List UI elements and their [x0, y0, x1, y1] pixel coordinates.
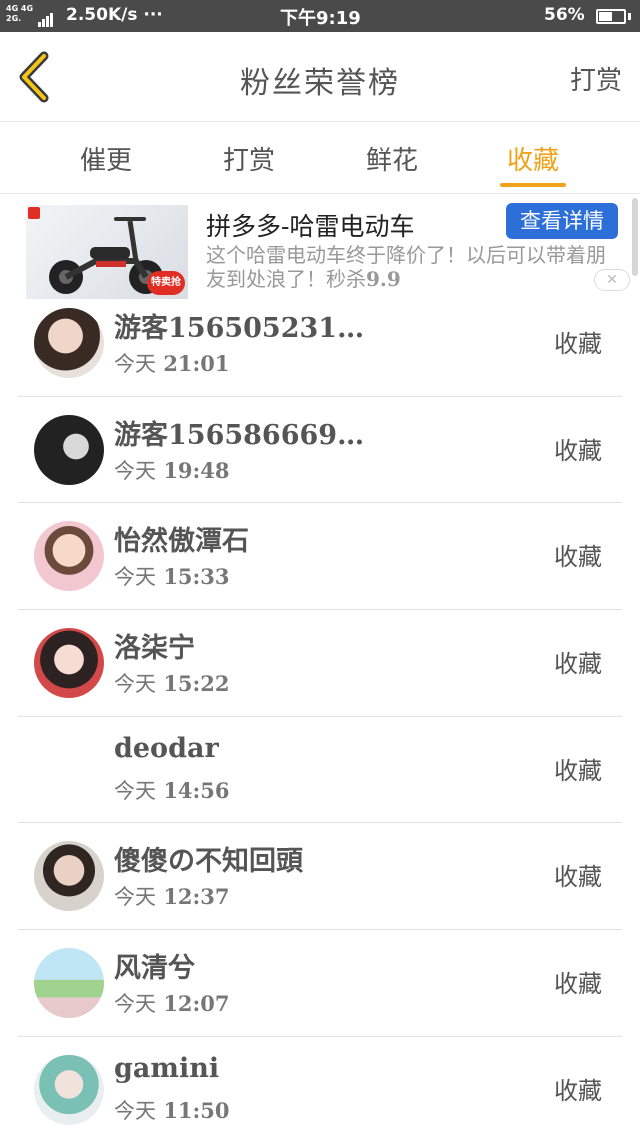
avatar[interactable] — [34, 841, 104, 912]
ad-price: 9.9 — [366, 267, 401, 291]
user-name[interactable]: deodar — [114, 733, 219, 764]
action-label: 收藏 — [554, 330, 602, 358]
timestamp: 今天 12:07 — [114, 988, 230, 1018]
avatar[interactable] — [34, 628, 104, 699]
clock: 下午9:19 — [280, 8, 361, 29]
timestamp: 今天 11:50 — [114, 1095, 230, 1125]
timestamp-day: 今天 — [114, 1098, 156, 1123]
timestamp-time: 11:50 — [163, 1097, 230, 1123]
timestamp-time: 15:33 — [163, 564, 230, 590]
status-bar: 4G 4G 2G. 2.50K/s ··· 下午9:19 56% — [0, 0, 640, 32]
avatar[interactable] — [34, 414, 104, 485]
timestamp-time: 15:22 — [163, 671, 230, 697]
timestamp: 今天 15:22 — [114, 668, 230, 698]
battery-tip — [628, 13, 631, 20]
close-icon: ✕ — [606, 272, 618, 288]
list-item[interactable]: deodar 今天 14:56 收藏 — [18, 717, 622, 824]
ad-banner[interactable]: 特卖抢 拼多多-哈雷电动车 查看详情 这个哈雷电动车终于降价了！以后可以带着朋友… — [0, 195, 640, 303]
action-label: 收藏 — [554, 650, 602, 679]
timestamp-day: 今天 — [114, 352, 156, 376]
timestamp: 今天 12:37 — [114, 881, 230, 911]
timestamp-time: 19:48 — [163, 457, 230, 483]
tab-reward[interactable]: 打赏 — [204, 140, 294, 177]
timestamp-time: 12:07 — [163, 991, 230, 1017]
tab-flowers[interactable]: 鲜花 — [347, 140, 437, 177]
timestamp-day: 今天 — [114, 672, 156, 697]
list-item[interactable]: 风清兮 今天 12:07 收藏 — [18, 930, 622, 1037]
tab-urge-update[interactable]: 催更 — [61, 140, 151, 177]
action-label: 收藏 — [554, 863, 602, 892]
timestamp-time: 14:56 — [163, 777, 230, 803]
action-label: 收藏 — [554, 970, 602, 999]
app-header: 粉丝荣誉榜 打赏 — [0, 32, 640, 122]
favorites-list: 游客156505231… 今天 21:01 收藏 游客156586669… 今天 19:… — [18, 290, 622, 1138]
timestamp: 今天 14:56 — [114, 775, 230, 805]
list-item[interactable]: 怡然傲潭石 今天 15:33 收藏 — [18, 503, 622, 611]
user-name[interactable]: 洛柒宁 — [114, 626, 195, 665]
list-item[interactable]: 傻傻の不知回頭 今天 12:37 收藏 — [18, 823, 622, 931]
timestamp-day: 今天 — [114, 885, 156, 910]
user-name[interactable]: 怡然傲潭石 — [114, 519, 249, 558]
avatar[interactable] — [34, 308, 104, 378]
network-type-bottom: 2G. — [6, 14, 22, 23]
list-item[interactable]: 洛柒宁 今天 15:22 收藏 — [18, 610, 622, 717]
page-title: 粉丝荣誉榜 — [240, 66, 400, 101]
scrollbar[interactable] — [632, 198, 638, 276]
timestamp-day: 今天 — [114, 778, 156, 803]
user-name[interactable]: gamini — [114, 1053, 219, 1084]
timestamp: 今天 21:01 — [114, 348, 230, 378]
battery-percent: 56% — [544, 5, 585, 25]
network-type-top: 4G 4G — [6, 4, 34, 13]
list-item[interactable]: gamini 今天 11:50 收藏 — [18, 1037, 622, 1138]
battery-level-fill — [599, 12, 612, 21]
user-name[interactable]: 游客156505231… — [114, 306, 364, 345]
network-type-indicator: 4G 4G 2G. — [6, 4, 33, 24]
list-item[interactable]: 游客156505231… 今天 21:01 收藏 — [18, 290, 622, 397]
ad-description-text: 这个哈雷电动车终于降价了！以后可以带着朋友到处浪了！秒杀 — [206, 243, 606, 291]
battery-icon — [596, 9, 626, 24]
action-label: 收藏 — [554, 436, 602, 465]
timestamp-day: 今天 — [114, 992, 156, 1017]
ad-brand-badge — [28, 207, 40, 219]
timestamp: 今天 19:48 — [114, 455, 230, 485]
ad-title[interactable]: 拼多多-哈雷电动车 — [206, 207, 414, 243]
user-name[interactable]: 游客156586669… — [114, 413, 364, 452]
network-speed: 2.50K/s ··· — [66, 5, 163, 25]
user-name[interactable]: 傻傻の不知回頭 — [114, 839, 303, 878]
signal-bars-icon — [38, 8, 54, 27]
avatar[interactable] — [34, 521, 104, 592]
action-label: 收藏 — [554, 756, 602, 785]
timestamp-day: 今天 — [114, 565, 156, 590]
action-label: 收藏 — [554, 1076, 602, 1105]
timestamp-day: 今天 — [114, 458, 156, 483]
tab-favorites[interactable]: 收藏 — [488, 140, 578, 177]
timestamp-time: 12:37 — [163, 884, 230, 910]
active-tab-indicator — [500, 183, 566, 187]
action-label: 收藏 — [554, 543, 602, 572]
reward-button[interactable]: 打赏 — [570, 60, 622, 97]
list-item[interactable]: 游客156586669… 今天 19:48 收藏 — [18, 397, 622, 504]
ad-description: 这个哈雷电动车终于降价了！以后可以带着朋友到处浪了！秒杀9.9 — [206, 243, 620, 291]
avatar[interactable] — [34, 948, 104, 1019]
user-name[interactable]: 风清兮 — [114, 946, 195, 985]
tab-bar: 催更 打赏 鲜花 收藏 — [0, 122, 640, 194]
ad-view-details-button[interactable]: 查看详情 — [506, 203, 618, 239]
ad-close-button[interactable]: ✕ — [594, 269, 630, 291]
timestamp-time: 21:01 — [163, 351, 230, 376]
ad-image[interactable]: 特卖抢 — [26, 205, 188, 299]
avatar[interactable] — [34, 1054, 104, 1125]
timestamp: 今天 15:33 — [114, 561, 230, 591]
